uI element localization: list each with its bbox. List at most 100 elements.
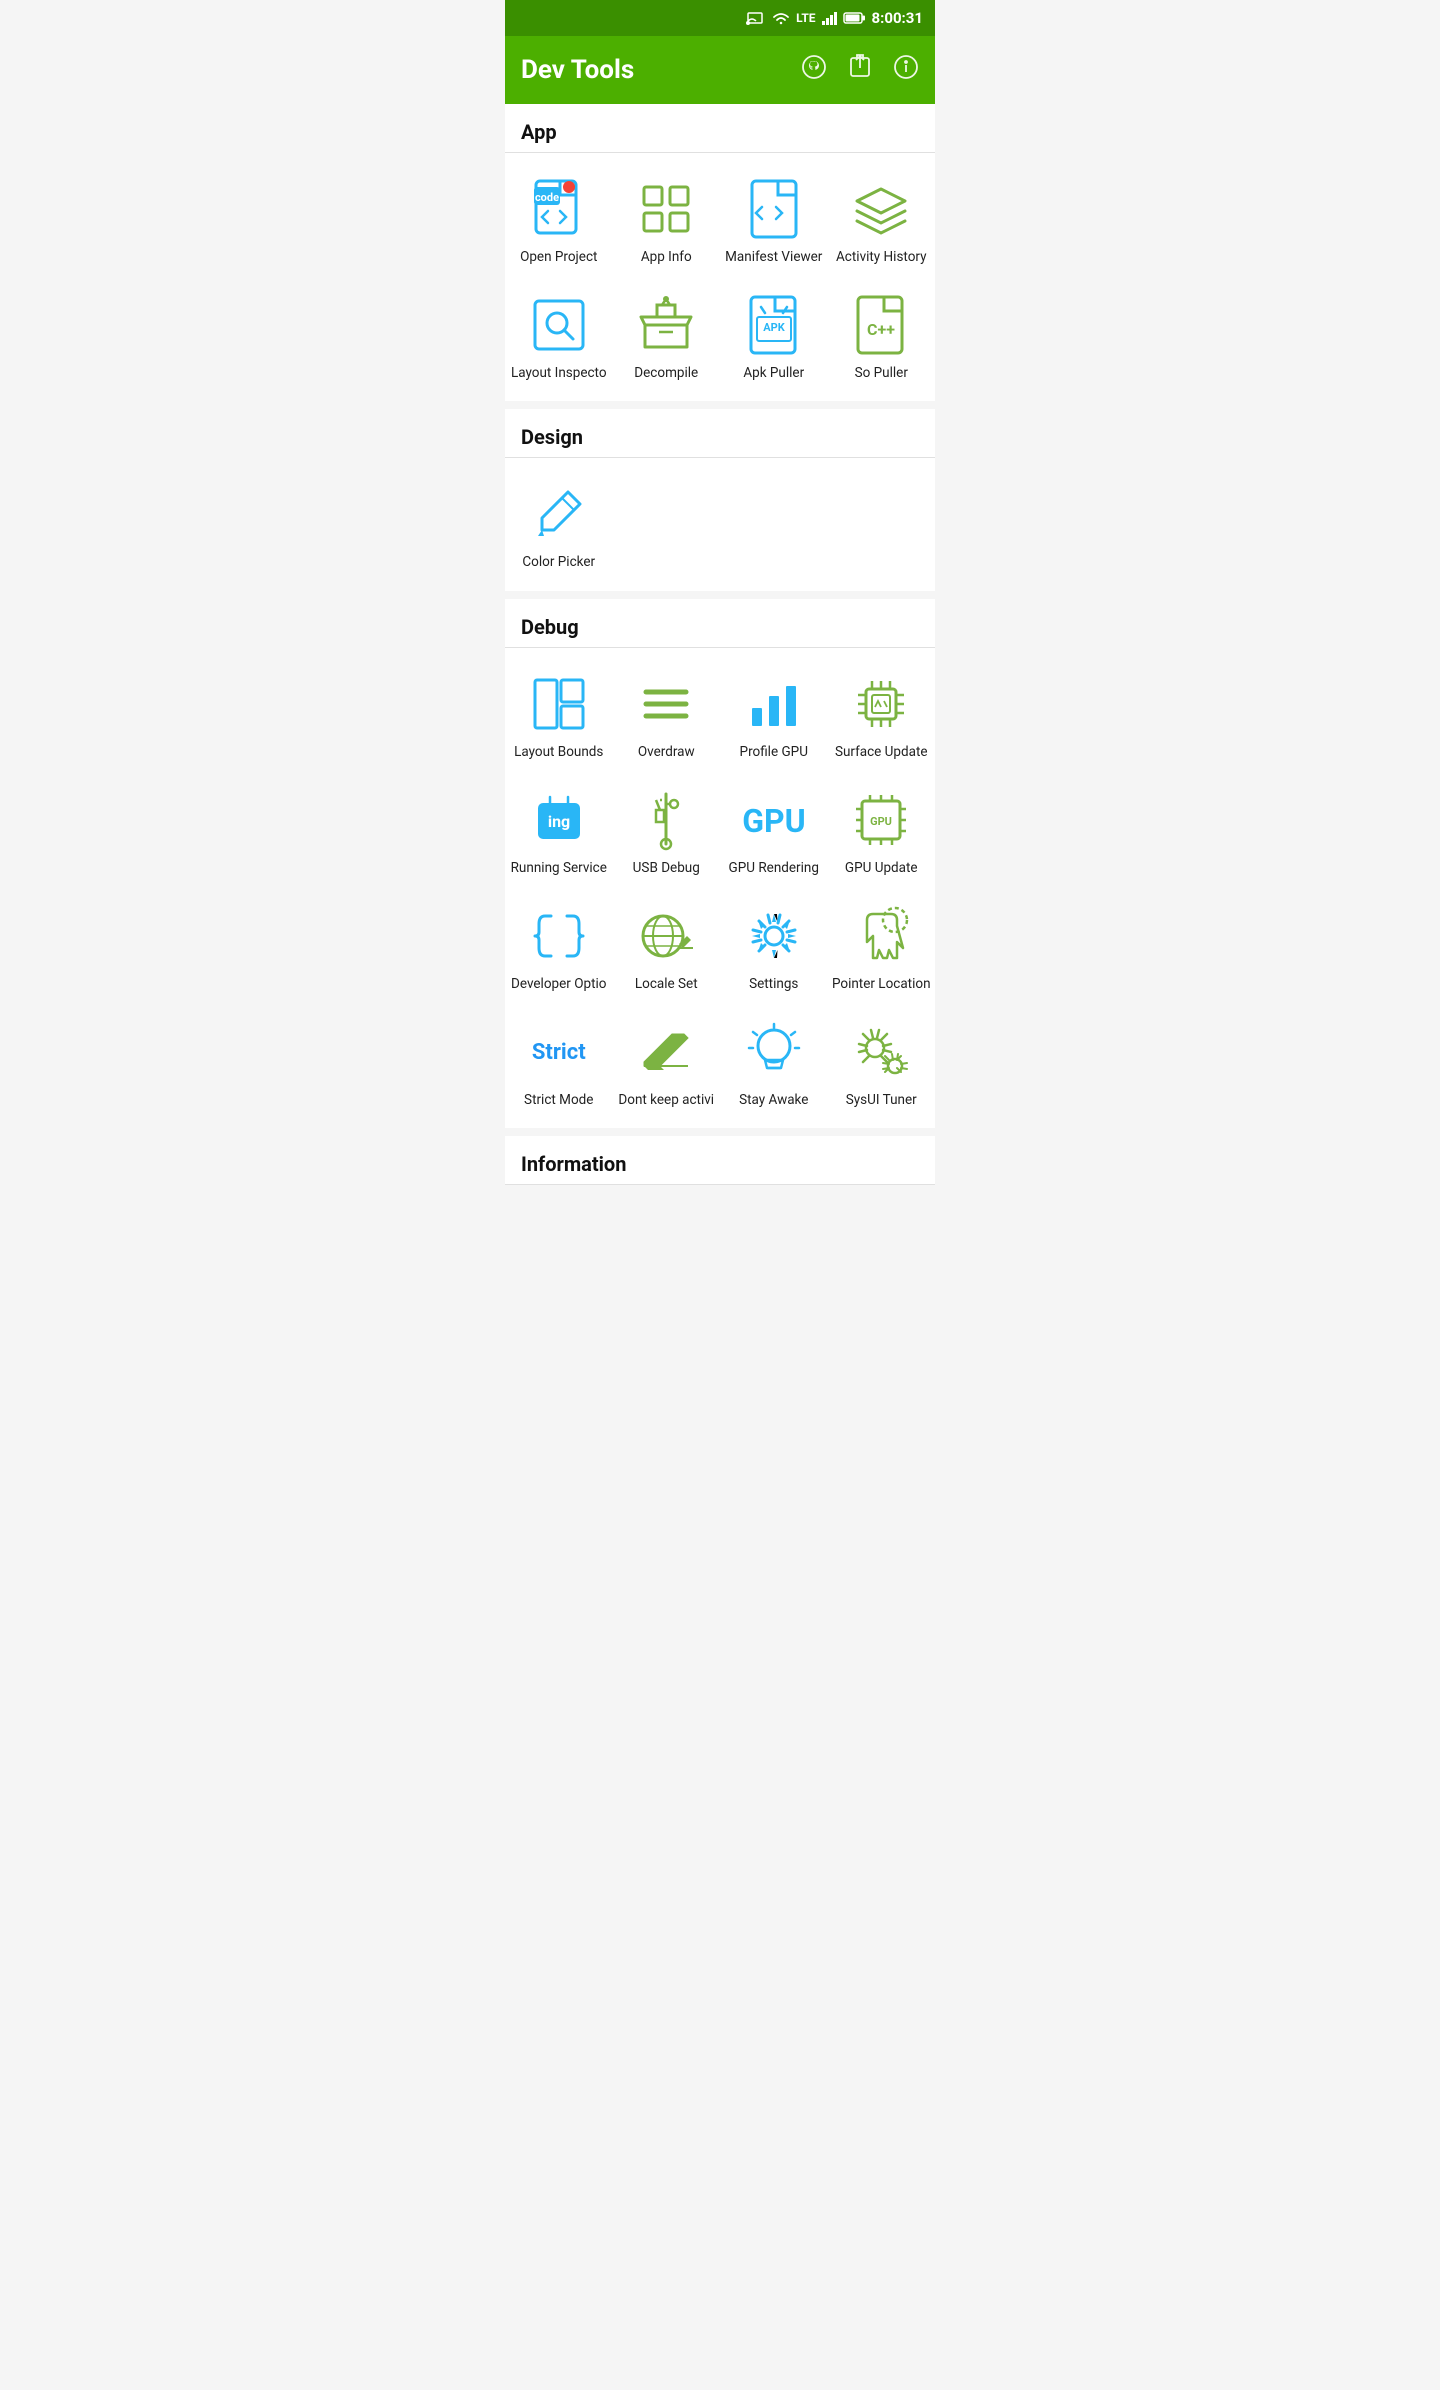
grid-item-app-info[interactable]: App Info — [613, 161, 721, 277]
time-display: 8:00:31 — [872, 9, 923, 27]
label-developer-options: Developer Optio — [511, 976, 606, 992]
svg-text:ing: ing — [548, 812, 570, 831]
wifi-icon — [772, 11, 790, 25]
label-gpu-rendering: GPU Rendering — [729, 860, 819, 876]
svg-text:code: code — [535, 191, 559, 204]
label-locale-set: Locale Set — [635, 976, 698, 992]
label-pointer-location: Pointer Location — [832, 976, 931, 992]
icon-surface-update — [849, 672, 913, 736]
icon-manifest-viewer — [742, 177, 806, 241]
grid-item-running-service[interactable]: ing Running Service — [505, 772, 613, 888]
icon-app-info — [634, 177, 698, 241]
icon-gpu-update: GPU — [849, 788, 913, 852]
main-content: App code Open Project App Info Manifest … — [505, 104, 935, 1185]
strict-text: Strict — [532, 1040, 586, 1065]
header-actions — [801, 54, 919, 86]
label-stay-awake: Stay Awake — [739, 1092, 808, 1108]
section-design: Design Color Picker — [505, 409, 935, 590]
section-header-information: Information — [505, 1136, 935, 1185]
icon-gpu-rendering: GPU — [742, 788, 806, 852]
label-running-service: Running Service — [511, 860, 607, 876]
label-usb-debug: USB Debug — [633, 860, 700, 876]
section-header-design: Design — [505, 409, 935, 458]
icon-so-puller: C++ — [849, 293, 913, 357]
icon-running-service: ing — [527, 788, 591, 852]
grid-item-surface-update[interactable]: Surface Update — [828, 656, 936, 772]
icon-sysui-tuner — [849, 1020, 913, 1084]
grid-item-color-picker[interactable]: Color Picker — [505, 466, 613, 582]
grid-item-activity-history[interactable]: Activity History — [828, 161, 936, 277]
grid-item-layout-inspector[interactable]: Layout Inspecto — [505, 277, 613, 393]
section-header-app: App — [505, 104, 935, 153]
label-sysui-tuner: SysUI Tuner — [846, 1092, 917, 1108]
cast-icon — [748, 11, 766, 25]
label-apk-puller: Apk Puller — [743, 365, 804, 381]
label-surface-update: Surface Update — [835, 744, 928, 760]
grid-item-usb-debug[interactable]: USB Debug — [613, 772, 721, 888]
app-title: Dev Tools — [521, 55, 785, 85]
grid-item-apk-puller[interactable]: APK Apk Puller — [720, 277, 828, 393]
icon-strict-mode: Strict — [527, 1020, 591, 1084]
grid-item-sysui-tuner[interactable]: SysUI Tuner — [828, 1004, 936, 1120]
icon-open-project: code — [527, 177, 591, 241]
label-decompile: Decompile — [634, 365, 698, 381]
label-layout-inspector: Layout Inspecto — [511, 365, 607, 381]
label-overdraw: Overdraw — [638, 744, 695, 760]
label-open-project: Open Project — [520, 249, 597, 265]
status-bar: LTE 8:00:31 — [505, 0, 935, 36]
signal-icon — [822, 11, 838, 25]
grid-item-overdraw[interactable]: Overdraw — [613, 656, 721, 772]
grid-item-so-puller[interactable]: C++ So Puller — [828, 277, 936, 393]
icon-activity-history — [849, 177, 913, 241]
icon-pointer-location — [849, 904, 913, 968]
icon-locale-set — [634, 904, 698, 968]
svg-text:APK: APK — [763, 321, 785, 334]
label-settings: Settings — [749, 976, 798, 992]
svg-text:C++: C++ — [867, 320, 895, 339]
label-dont-keep-activities: Dont keep activi — [618, 1092, 714, 1108]
label-color-picker: Color Picker — [522, 554, 595, 570]
icon-developer-options — [527, 904, 591, 968]
grid-item-stay-awake[interactable]: Stay Awake — [720, 1004, 828, 1120]
icon-layout-bounds — [527, 672, 591, 736]
label-profile-gpu: Profile GPU — [740, 744, 808, 760]
grid-item-gpu-rendering[interactable]: GPU GPU Rendering — [720, 772, 828, 888]
grid-app: code Open Project App Info Manifest View… — [505, 153, 935, 401]
icon-dont-keep-activities — [634, 1020, 698, 1084]
grid-design: Color Picker — [505, 458, 935, 590]
github-button[interactable] — [801, 54, 827, 86]
grid-item-pointer-location[interactable]: Pointer Location — [828, 888, 936, 1004]
grid-debug: Layout Bounds Overdraw Profile GPU Surfa… — [505, 648, 935, 1129]
share-button[interactable] — [847, 54, 873, 86]
section-header-debug: Debug — [505, 599, 935, 648]
grid-item-dont-keep-activities[interactable]: Dont keep activi — [613, 1004, 721, 1120]
grid-item-decompile[interactable]: Decompile — [613, 277, 721, 393]
section-app: App code Open Project App Info Manifest … — [505, 104, 935, 401]
icon-overdraw — [634, 672, 698, 736]
grid-item-profile-gpu[interactable]: Profile GPU — [720, 656, 828, 772]
grid-item-manifest-viewer[interactable]: Manifest Viewer — [720, 161, 828, 277]
section-debug: Debug Layout Bounds Overdraw Profile GPU — [505, 599, 935, 1129]
icon-apk-puller: APK — [742, 293, 806, 357]
info-button[interactable] — [893, 54, 919, 86]
grid-item-gpu-update[interactable]: GPU GPU Update — [828, 772, 936, 888]
grid-item-open-project[interactable]: code Open Project — [505, 161, 613, 277]
grid-item-strict-mode[interactable]: Strict Strict Mode — [505, 1004, 613, 1120]
icon-color-picker — [527, 482, 591, 546]
label-manifest-viewer: Manifest Viewer — [725, 249, 822, 265]
icon-profile-gpu — [742, 672, 806, 736]
grid-item-developer-options[interactable]: Developer Optio — [505, 888, 613, 1004]
icon-settings — [742, 904, 806, 968]
battery-icon — [844, 12, 866, 24]
grid-item-layout-bounds[interactable]: Layout Bounds — [505, 656, 613, 772]
label-so-puller: So Puller — [855, 365, 908, 381]
label-gpu-update: GPU Update — [845, 860, 918, 876]
grid-item-settings[interactable]: Settings — [720, 888, 828, 1004]
lte-indicator: LTE — [796, 11, 815, 25]
label-strict-mode: Strict Mode — [524, 1092, 593, 1108]
label-app-info: App Info — [641, 249, 692, 265]
grid-item-locale-set[interactable]: Locale Set — [613, 888, 721, 1004]
label-layout-bounds: Layout Bounds — [514, 744, 603, 760]
app-header: Dev Tools — [505, 36, 935, 104]
svg-text:GPU: GPU — [870, 815, 892, 828]
